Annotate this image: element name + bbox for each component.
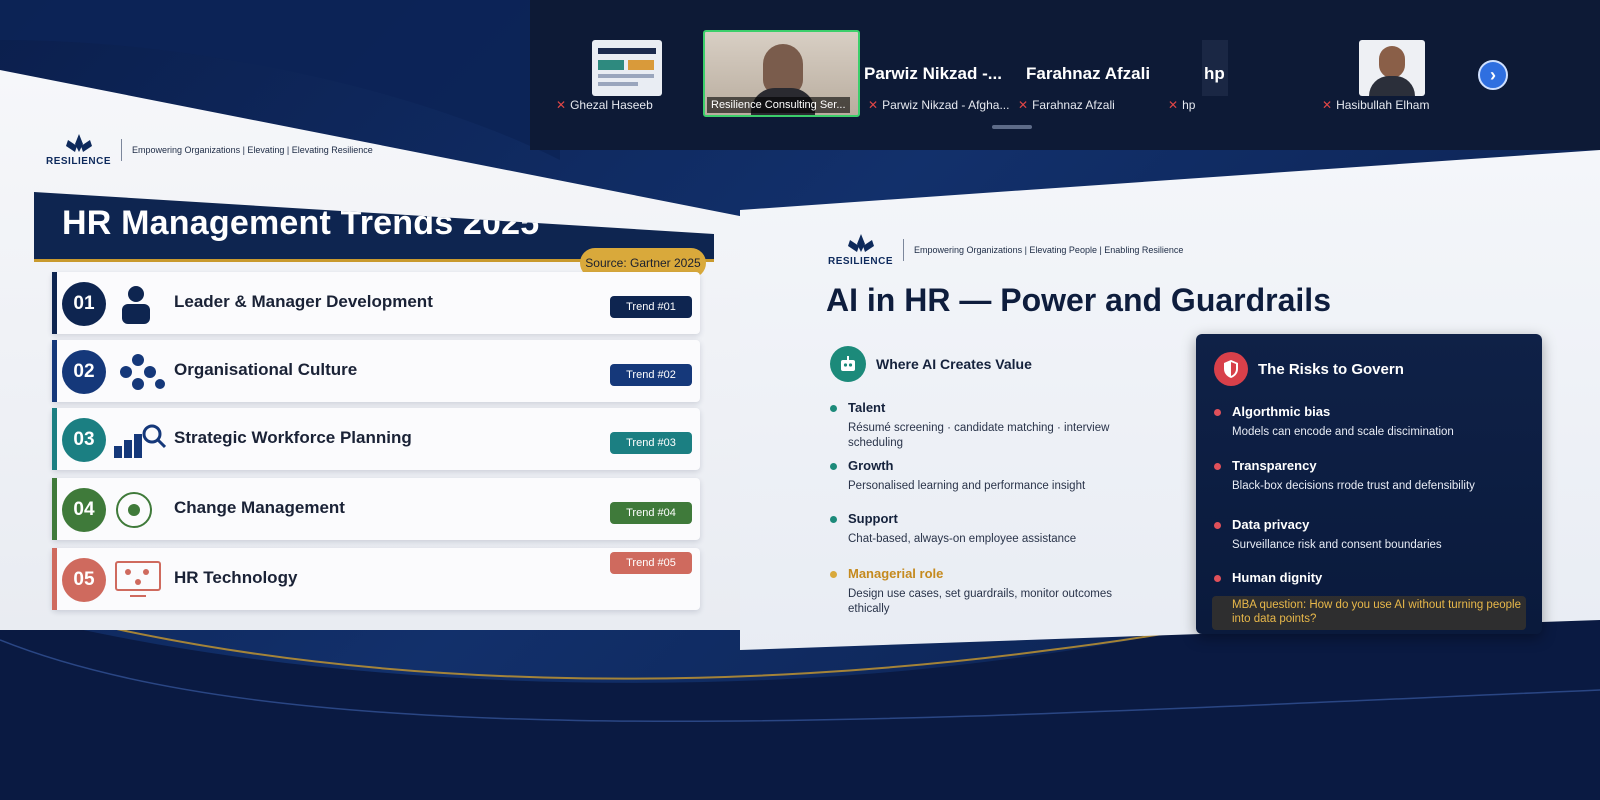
value-item-talent: Talent Résumé screening · candidate matc… <box>830 400 1140 451</box>
mic-off-icon: ✕ <box>868 98 879 112</box>
participant-name-hasibullah: ✕ Hasibullah Elham <box>1322 98 1430 112</box>
participant-name-ghezal: ✕ Ghezal Haseeb <box>556 98 653 112</box>
participant-tile-resilience[interactable]: Resilience Consulting Ser... <box>703 30 860 117</box>
mic-off-icon: ✕ <box>1168 98 1179 112</box>
risk-item-transparency: Transparency Black-box decisions rrode t… <box>1214 458 1524 492</box>
resilience-logo-left: RESILIENCE Empowering Organizations | El… <box>46 132 373 167</box>
person-icon <box>122 286 150 324</box>
trend-row-04: 04 Change Management Trend #04 <box>52 478 700 540</box>
participant-tile-ghezal[interactable] <box>592 40 662 96</box>
chevron-right-icon: › <box>1490 64 1496 85</box>
network-dots-icon <box>120 354 165 390</box>
trend-tag-02: Trend #02 <box>610 364 692 386</box>
value-section-heading: Where AI Creates Value <box>830 346 1032 382</box>
target-icon <box>116 492 152 528</box>
value-item-support: Support Chat-based, always-on employee a… <box>830 511 1140 547</box>
risks-heading: The Risks to Govern <box>1214 352 1404 386</box>
robot-icon <box>830 346 866 382</box>
participant-label-parwiz[interactable]: Parwiz Nikzad -... <box>864 64 1002 84</box>
participant-name-hp: ✕ hp <box>1168 98 1196 112</box>
resilience-logo-right: RESILIENCE Empowering Organizations | El… <box>828 232 1183 267</box>
mic-off-icon: ✕ <box>556 98 567 112</box>
participant-tile-hasibullah[interactable] <box>1359 40 1425 96</box>
trend-tag-05: Trend #05 <box>610 552 692 574</box>
participant-name-farahnaz: ✕ Farahnaz Afzali <box>1018 98 1115 112</box>
risks-card: The Risks to Govern Algorthmic bias Mode… <box>1196 334 1542 634</box>
lotus-icon <box>847 234 874 252</box>
webcam-video <box>763 44 803 94</box>
mba-question: MBA question: How do you use AI without … <box>1212 596 1526 630</box>
mic-off-icon: ✕ <box>1018 98 1029 112</box>
risk-item-dignity: Human dignity <box>1214 570 1524 585</box>
trend-row-03: 03 Strategic Workforce Planning Trend #0… <box>52 408 700 470</box>
slide-title: AI in HR — Power and Guardrails <box>826 282 1331 318</box>
participant-name-parwiz: ✕ Parwiz Nikzad - Afgha... <box>868 98 1010 112</box>
risk-item-bias: Algorthmic bias Models can encode and sc… <box>1214 404 1524 438</box>
lotus-icon <box>65 134 92 152</box>
trend-row-01: 01 Leader & Manager Development Trend #0… <box>52 272 700 334</box>
avatar <box>1379 46 1405 78</box>
risk-item-privacy: Data privacy Surveillance risk and conse… <box>1214 517 1524 551</box>
next-participants-button[interactable]: › <box>1478 60 1508 90</box>
trend-row-02: 02 Organisational Culture Trend #02 <box>52 340 700 402</box>
participant-label-farahnaz[interactable]: Farahnaz Afzali <box>1026 64 1150 84</box>
chart-search-icon <box>114 424 166 458</box>
value-item-managerial-role: Managerial role Design use cases, set gu… <box>830 566 1140 617</box>
trend-row-05: 05 HR Technology Trend #05 <box>52 548 700 610</box>
trend-tag-04: Trend #04 <box>610 502 692 524</box>
monitor-icon <box>115 561 161 597</box>
value-item-growth: Growth Personalised learning and perform… <box>830 458 1140 494</box>
participant-label-hp: hp <box>1204 64 1225 83</box>
trend-tag-03: Trend #03 <box>610 432 692 454</box>
shield-icon <box>1214 352 1248 386</box>
mic-off-icon: ✕ <box>1322 98 1333 112</box>
trend-tag-01: Trend #01 <box>610 296 692 318</box>
participant-name-resilience: Resilience Consulting Ser... <box>707 97 850 113</box>
strip-scroll-indicator[interactable] <box>992 125 1032 129</box>
